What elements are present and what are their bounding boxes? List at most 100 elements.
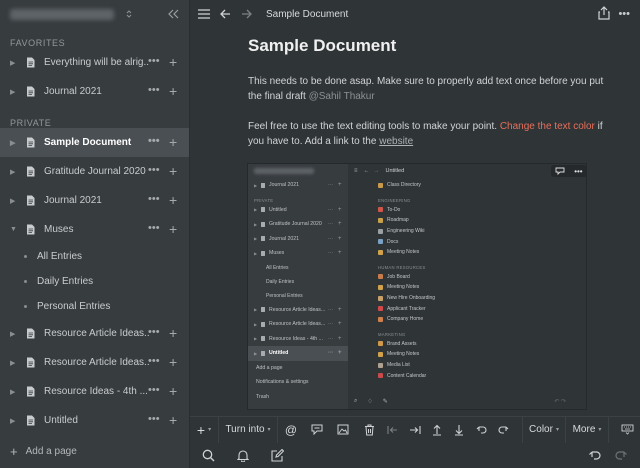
workspace-switcher[interactable] [0, 0, 189, 28]
item-more-icon[interactable]: ••• [148, 384, 160, 396]
caret-down-icon: ▾ [267, 427, 271, 433]
item-add-icon[interactable]: + [169, 163, 177, 179]
sidebar-subitem[interactable]: All Entries [0, 244, 189, 269]
expanded-triangle-icon[interactable]: ▼ [10, 226, 18, 233]
embedded-add-icon: + [338, 350, 342, 357]
embedded-triangle-icon: ▶ [254, 207, 258, 213]
hide-keyboard-icon[interactable] [614, 417, 640, 443]
forward-arrow-icon[interactable] [241, 9, 252, 19]
item-more-icon[interactable]: ••• [148, 355, 160, 367]
sidebar-item[interactable]: ▶ Gratitude Journal 2020 ••• + [0, 157, 189, 186]
paragraph-1[interactable]: This needs to be done asap. Make sure to… [248, 74, 608, 104]
collapsed-triangle-icon[interactable]: ▶ [10, 139, 18, 147]
paragraph-2[interactable]: Feel free to use the text editing tools … [248, 119, 608, 149]
website-link[interactable]: website [379, 136, 413, 147]
redo-icon[interactable] [492, 417, 514, 443]
item-more-icon[interactable]: ••• [148, 164, 160, 176]
sidebar-subitem[interactable]: Personal Entries [0, 294, 189, 319]
collapsed-triangle-icon[interactable]: ▶ [10, 168, 18, 176]
embedded-sidebar: ▶ Journal 2021 ··· + PRIVATE ▶ Untitled ··· + ▶ Gr… [248, 164, 348, 409]
collapsed-triangle-icon[interactable]: ▶ [10, 88, 18, 96]
item-add-icon[interactable]: + [169, 134, 177, 150]
more-options-icon[interactable]: ••• [618, 8, 630, 20]
page-icon [27, 86, 35, 97]
embedded-page-icon [261, 250, 265, 256]
embedded-list-item: Brand Assets [378, 339, 435, 350]
search-icon[interactable] [202, 449, 215, 462]
add-block-plus-icon: + [196, 421, 206, 438]
sidebar-item[interactable]: ▶ Sample Document ••• + [0, 128, 189, 157]
item-add-icon[interactable]: + [169, 354, 177, 370]
collapsed-triangle-icon[interactable]: ▶ [10, 330, 18, 338]
collapsed-triangle-icon[interactable]: ▶ [10, 59, 18, 67]
sidebar-item[interactable]: ▶ Everything will be alrig... ••• + [0, 48, 189, 77]
page-icon [27, 415, 35, 426]
bottom-bar [190, 442, 640, 468]
add-page-button[interactable]: + Add a page [0, 440, 190, 462]
collapsed-triangle-icon[interactable]: ▶ [10, 417, 18, 425]
sidebar-item[interactable]: ▶ Resource Article Ideas... ••• + [0, 348, 189, 377]
image-icon[interactable] [330, 417, 356, 443]
turn-into-button[interactable]: Turn into ▾ [219, 417, 277, 443]
more-button[interactable]: More ▾ [566, 417, 608, 443]
embedded-emoji-icon [378, 295, 383, 301]
collapsed-triangle-icon[interactable]: ▶ [10, 359, 18, 367]
page-title[interactable]: Sample Document [248, 36, 608, 56]
item-more-icon[interactable]: ••• [148, 135, 160, 147]
sidebar-subitem-label: All Entries [37, 251, 83, 262]
trash-icon[interactable] [356, 417, 382, 443]
indent-icon[interactable] [404, 417, 426, 443]
page-icon [27, 224, 35, 235]
sidebar-item[interactable]: ▶ Resource Article Ideas... ••• + [0, 319, 189, 348]
item-add-icon[interactable]: + [169, 192, 177, 208]
item-more-icon[interactable]: ••• [148, 326, 160, 338]
mention-button[interactable]: @ [278, 417, 304, 443]
share-icon[interactable] [598, 6, 610, 20]
embedded-page-icon [261, 207, 265, 213]
user-mention[interactable]: @Sahil Thakur [309, 91, 375, 102]
bell-icon[interactable] [237, 449, 249, 462]
item-more-icon[interactable]: ••• [148, 84, 160, 96]
menu-icon[interactable] [198, 9, 210, 19]
sidebar-item[interactable]: ▶ Journal 2021 ••• + [0, 77, 189, 106]
item-add-icon[interactable]: + [169, 83, 177, 99]
item-add-icon[interactable]: + [169, 383, 177, 399]
caption-icon[interactable] [555, 167, 565, 175]
item-more-icon[interactable]: ••• [148, 222, 160, 234]
sidebar-item[interactable]: ▶ Resource Ideas - 4th ... ••• + [0, 377, 189, 406]
color-label: Color [529, 424, 553, 435]
embedded-more-icon: ··· [328, 321, 333, 328]
undo-icon[interactable] [470, 417, 492, 443]
item-add-icon[interactable]: + [169, 54, 177, 70]
bottom-undo-icon[interactable] [588, 450, 601, 461]
back-arrow-icon[interactable] [220, 9, 231, 19]
item-add-icon[interactable]: + [169, 412, 177, 428]
breadcrumb-title[interactable]: Sample Document [266, 9, 348, 20]
embedded-forward-icon: → [373, 168, 380, 174]
move-up-icon[interactable] [426, 417, 448, 443]
move-down-icon[interactable] [448, 417, 470, 443]
sidebar-item[interactable]: ▶ Untitled ••• + [0, 406, 189, 435]
collapsed-triangle-icon[interactable]: ▶ [10, 197, 18, 205]
item-add-icon[interactable]: + [169, 221, 177, 237]
image-more-icon[interactable]: ••• [574, 167, 582, 176]
item-more-icon[interactable]: ••• [148, 413, 160, 425]
outdent-icon[interactable] [382, 417, 404, 443]
sidebar-subitem[interactable]: Daily Entries [0, 269, 189, 294]
collapse-sidebar-icon[interactable] [167, 9, 179, 19]
embedded-add-icon: + [338, 206, 342, 213]
add-block-button[interactable]: + ▾ [190, 417, 218, 443]
sidebar-item[interactable]: ▶ Journal 2021 ••• + [0, 186, 189, 215]
item-add-icon[interactable]: + [169, 325, 177, 341]
embedded-screenshot-image[interactable]: ▶ Journal 2021 ··· + PRIVATE ▶ Untitled ··· + ▶ Gr… [247, 163, 587, 410]
item-more-icon[interactable]: ••• [148, 193, 160, 205]
item-more-icon[interactable]: ••• [148, 55, 160, 67]
image-overlay-controls: ••• [551, 165, 587, 177]
collapsed-triangle-icon[interactable]: ▶ [10, 388, 18, 396]
comment-icon[interactable] [304, 417, 330, 443]
color-button[interactable]: Color ▾ [523, 417, 565, 443]
favorites-section-label: FAVORITES [10, 38, 66, 48]
compose-icon[interactable] [271, 448, 284, 462]
bottom-redo-icon[interactable] [615, 450, 628, 461]
sidebar-item[interactable]: ▼ Muses ••• + [0, 215, 189, 244]
